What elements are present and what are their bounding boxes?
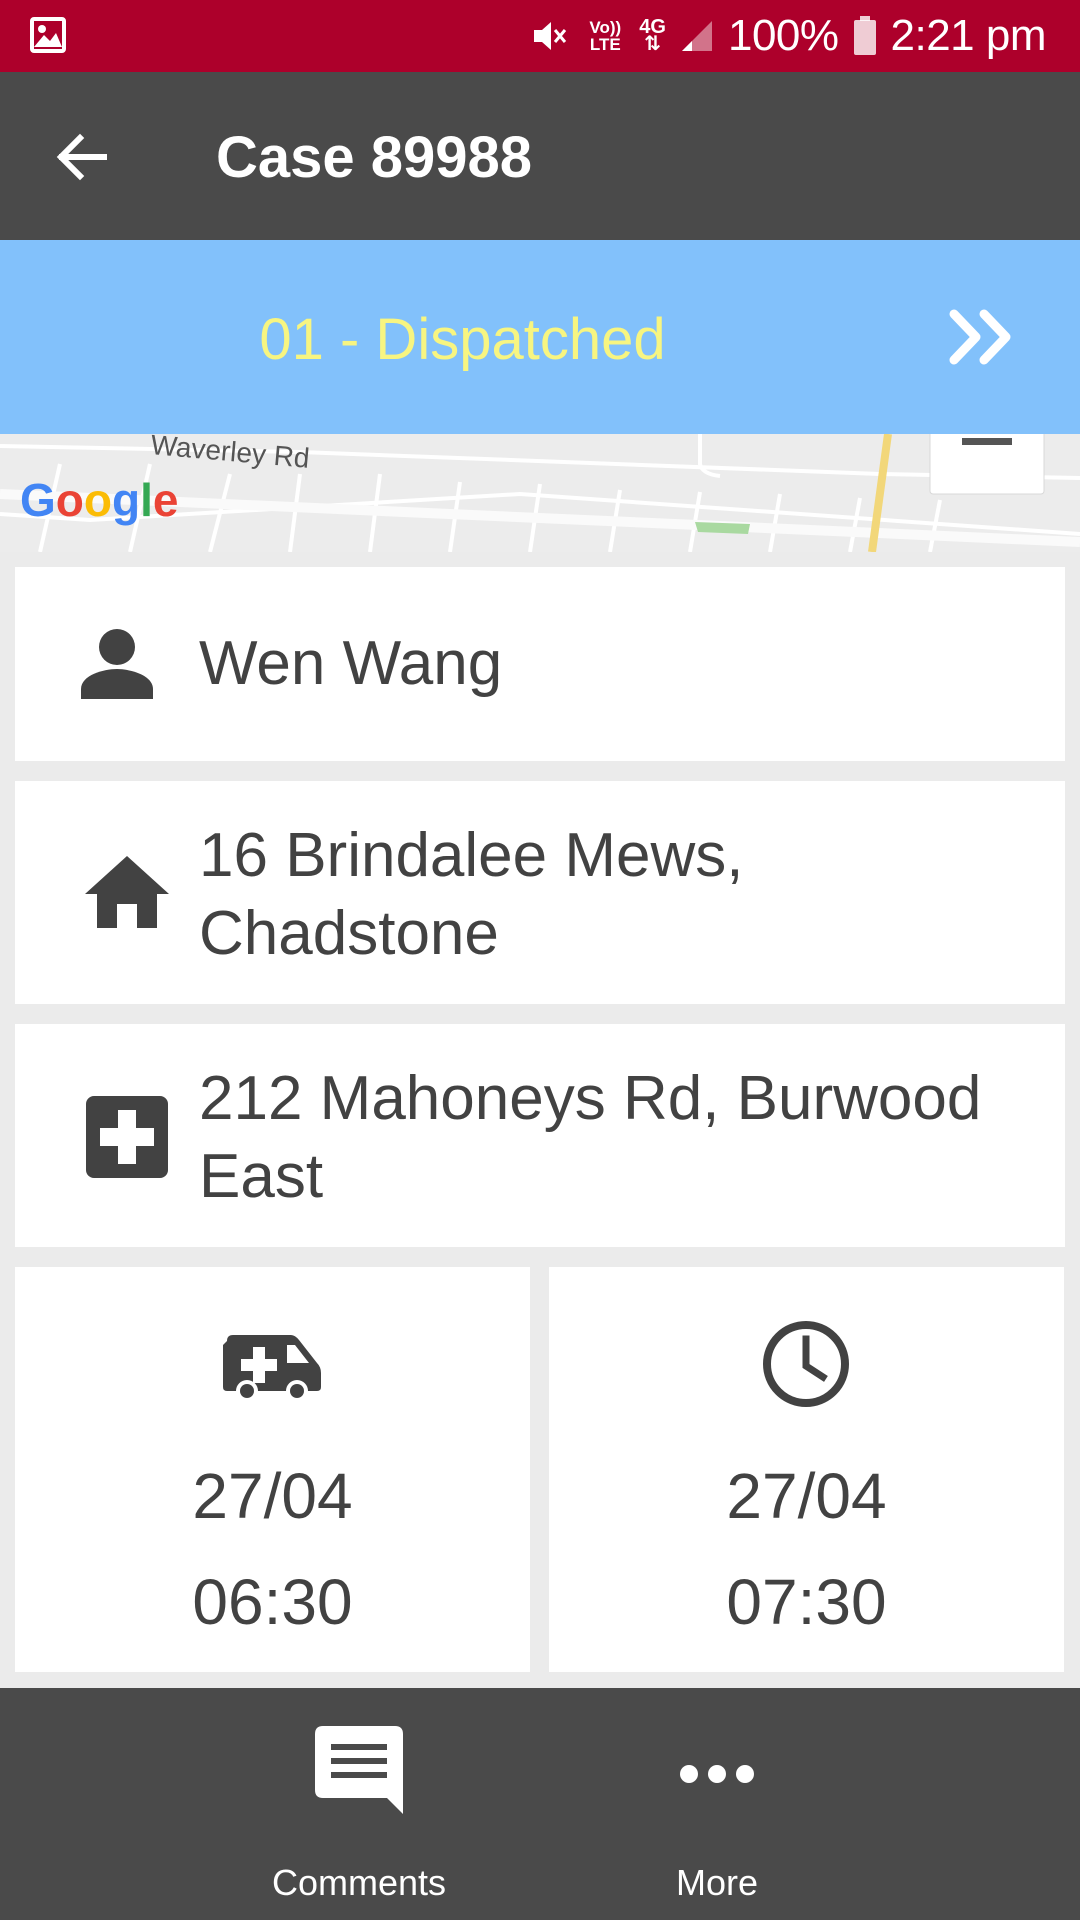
appointment-date: 27/04: [726, 1460, 887, 1532]
volte-indicator: Vo)) LTE: [589, 18, 622, 54]
destination-address-card[interactable]: 212 Mahoneys Rd, Burwood East: [15, 1024, 1065, 1247]
bottom-navigation: Comments More: [0, 1688, 1080, 1920]
medical-cross-icon: [86, 1096, 168, 1178]
appointment-time-tile[interactable]: 27/04 07:30: [549, 1267, 1064, 1672]
google-attribution: Google: [20, 474, 178, 526]
case-status-banner[interactable]: 01 - Dispatched: [0, 240, 1080, 434]
comments-nav-item[interactable]: Comments: [209, 1688, 509, 1920]
network-indicator: 4G ⇅: [639, 17, 666, 55]
more-dots-icon: [680, 1765, 754, 1783]
destination-address: 212 Mahoneys Rd, Burwood East: [199, 1064, 982, 1211]
signal-icon: [681, 21, 712, 51]
page-title: Case 89988: [216, 125, 533, 190]
more-nav-item[interactable]: More: [567, 1688, 867, 1920]
comment-icon: [315, 1726, 403, 1814]
svg-text:Google: Google: [20, 474, 178, 526]
patient-name: Wen Wang: [199, 629, 503, 698]
pickup-address-card[interactable]: 16 Brindalee Mews, Chadstone: [15, 781, 1065, 1004]
case-status-label: 01 - Dispatched: [259, 307, 666, 372]
comments-label: Comments: [271, 1862, 447, 1903]
double-chevron-right-icon[interactable]: [948, 308, 1016, 366]
back-arrow-icon[interactable]: [52, 128, 110, 186]
battery-icon: [853, 16, 876, 55]
home-icon: [85, 856, 169, 928]
data-arrows-icon: ⇅: [644, 33, 661, 55]
more-label: More: [675, 1862, 759, 1903]
battery-percentage: 100%: [727, 11, 839, 60]
mute-icon: [534, 22, 567, 50]
clock-icon: [763, 1321, 849, 1407]
gallery-notification-icon: [30, 17, 66, 53]
clock-time: 2:21 pm: [890, 11, 1047, 60]
ambulance-icon: [223, 1335, 321, 1402]
patient-card[interactable]: Wen Wang: [15, 567, 1065, 761]
person-icon: [81, 629, 153, 699]
status-bar: Vo)) LTE 4G ⇅ 100% 2:21 pm: [0, 0, 1080, 72]
dispatch-time: 06:30: [192, 1566, 353, 1638]
pickup-address: 16 Brindalee Mews, Chadstone: [199, 821, 744, 968]
dispatch-time-tile[interactable]: 27/04 06:30: [15, 1267, 530, 1672]
dispatch-date: 27/04: [192, 1460, 353, 1532]
map-zoom-out-button[interactable]: [929, 434, 1045, 495]
route-map[interactable]: Waverley Rd Google: [0, 434, 1080, 552]
app-bar: Case 89988: [0, 72, 1080, 240]
appointment-time: 07:30: [726, 1566, 887, 1638]
map-tiles: Waverley Rd Google: [0, 434, 1080, 552]
